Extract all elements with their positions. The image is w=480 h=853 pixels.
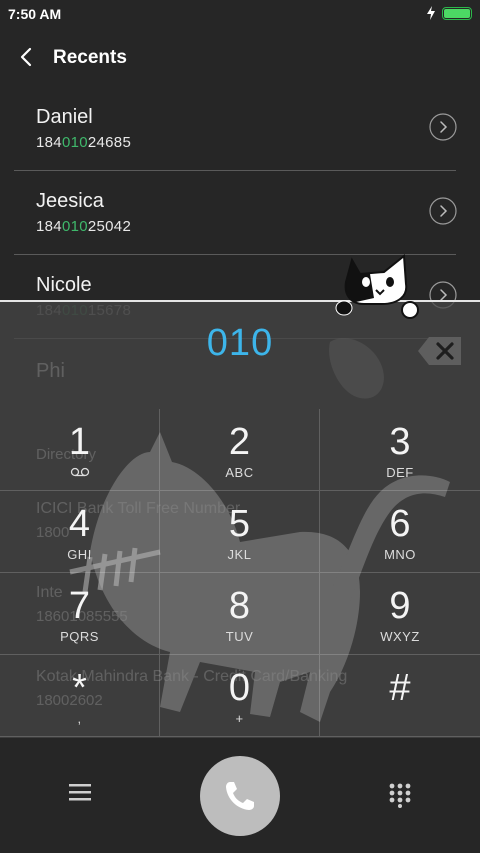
key-digit: 6 — [389, 503, 411, 545]
key-letters: WXYZ — [380, 629, 420, 644]
page-title: Recents — [53, 47, 127, 68]
contact-detail-icon[interactable] — [429, 113, 457, 141]
key-6[interactable]: 6 MNO — [320, 491, 480, 573]
backspace-icon[interactable] — [417, 336, 463, 366]
bottom-bar — [0, 739, 480, 853]
key-9[interactable]: 9 WXYZ — [320, 573, 480, 655]
key-5[interactable]: 5 JKL — [160, 491, 320, 573]
key-3[interactable]: 3 DEF — [320, 409, 480, 491]
key-letters: JKL — [227, 547, 252, 562]
key-4[interactable]: 4 GHI — [0, 491, 160, 573]
key-digit: 3 — [389, 421, 411, 463]
key-digit: 2 — [228, 421, 251, 463]
cat-peek-icon — [335, 254, 419, 319]
key-7[interactable]: 7 PQRS — [0, 573, 160, 655]
key-letters: , — [77, 711, 82, 726]
key-letters: MNO — [384, 547, 416, 562]
key-digit: 1 — [68, 421, 91, 463]
contact-number: 18401024685 — [36, 134, 132, 151]
key-8[interactable]: 8 TUV — [160, 573, 320, 655]
contact-row-daniel[interactable]: Daniel 18401024685 — [14, 86, 457, 171]
key-letters: + — [235, 711, 244, 726]
contact-number: 18401025042 — [36, 218, 132, 235]
key-digit: 7 — [68, 585, 91, 627]
dialpad-icon[interactable] — [388, 782, 412, 808]
menu-icon[interactable] — [69, 783, 91, 801]
contact-row-jeesica[interactable]: Jeesica 18401025042 — [14, 170, 457, 255]
contact-name: Daniel — [36, 106, 93, 128]
back-arrow-icon[interactable] — [16, 46, 38, 68]
key-2[interactable]: 2 ABC — [160, 409, 320, 491]
status-time: 7:50 AM — [8, 6, 62, 22]
key-0[interactable]: 0 + — [160, 655, 320, 737]
key-digit: 8 — [228, 585, 251, 627]
key-digit: * — [72, 667, 87, 709]
contact-name: Jeesica — [36, 190, 104, 212]
key-letters: ABC — [225, 465, 254, 480]
key-star[interactable]: * , — [0, 655, 160, 737]
key-digit: 0 — [228, 667, 251, 709]
key-digit: 4 — [68, 503, 91, 545]
contact-detail-icon[interactable] — [429, 197, 457, 225]
header: Recents — [0, 38, 480, 78]
key-letters: PQRS — [60, 629, 99, 644]
battery-icon — [442, 7, 472, 20]
key-letters: DEF — [386, 465, 414, 480]
key-digit: # — [389, 667, 411, 709]
key-letters: GHI — [67, 547, 92, 562]
key-1[interactable]: 1 — [0, 409, 160, 491]
key-digit: 9 — [389, 585, 411, 627]
contact-name: Nicole — [36, 274, 92, 296]
key-digit: 5 — [228, 503, 251, 545]
charging-icon — [427, 6, 435, 20]
key-hash[interactable]: # — [320, 655, 480, 737]
status-bar: 7:50 AM — [0, 0, 480, 28]
keypad: 1 2 ABC 3 DEF 4 GHI 5 JKL 6 MNO 7 PQRS 8… — [0, 409, 480, 739]
call-button[interactable] — [200, 756, 280, 836]
key-letters: TUV — [225, 629, 254, 644]
phone-icon — [226, 782, 254, 810]
voicemail-icon — [70, 467, 90, 477]
dialed-number[interactable]: 010 — [0, 322, 480, 365]
